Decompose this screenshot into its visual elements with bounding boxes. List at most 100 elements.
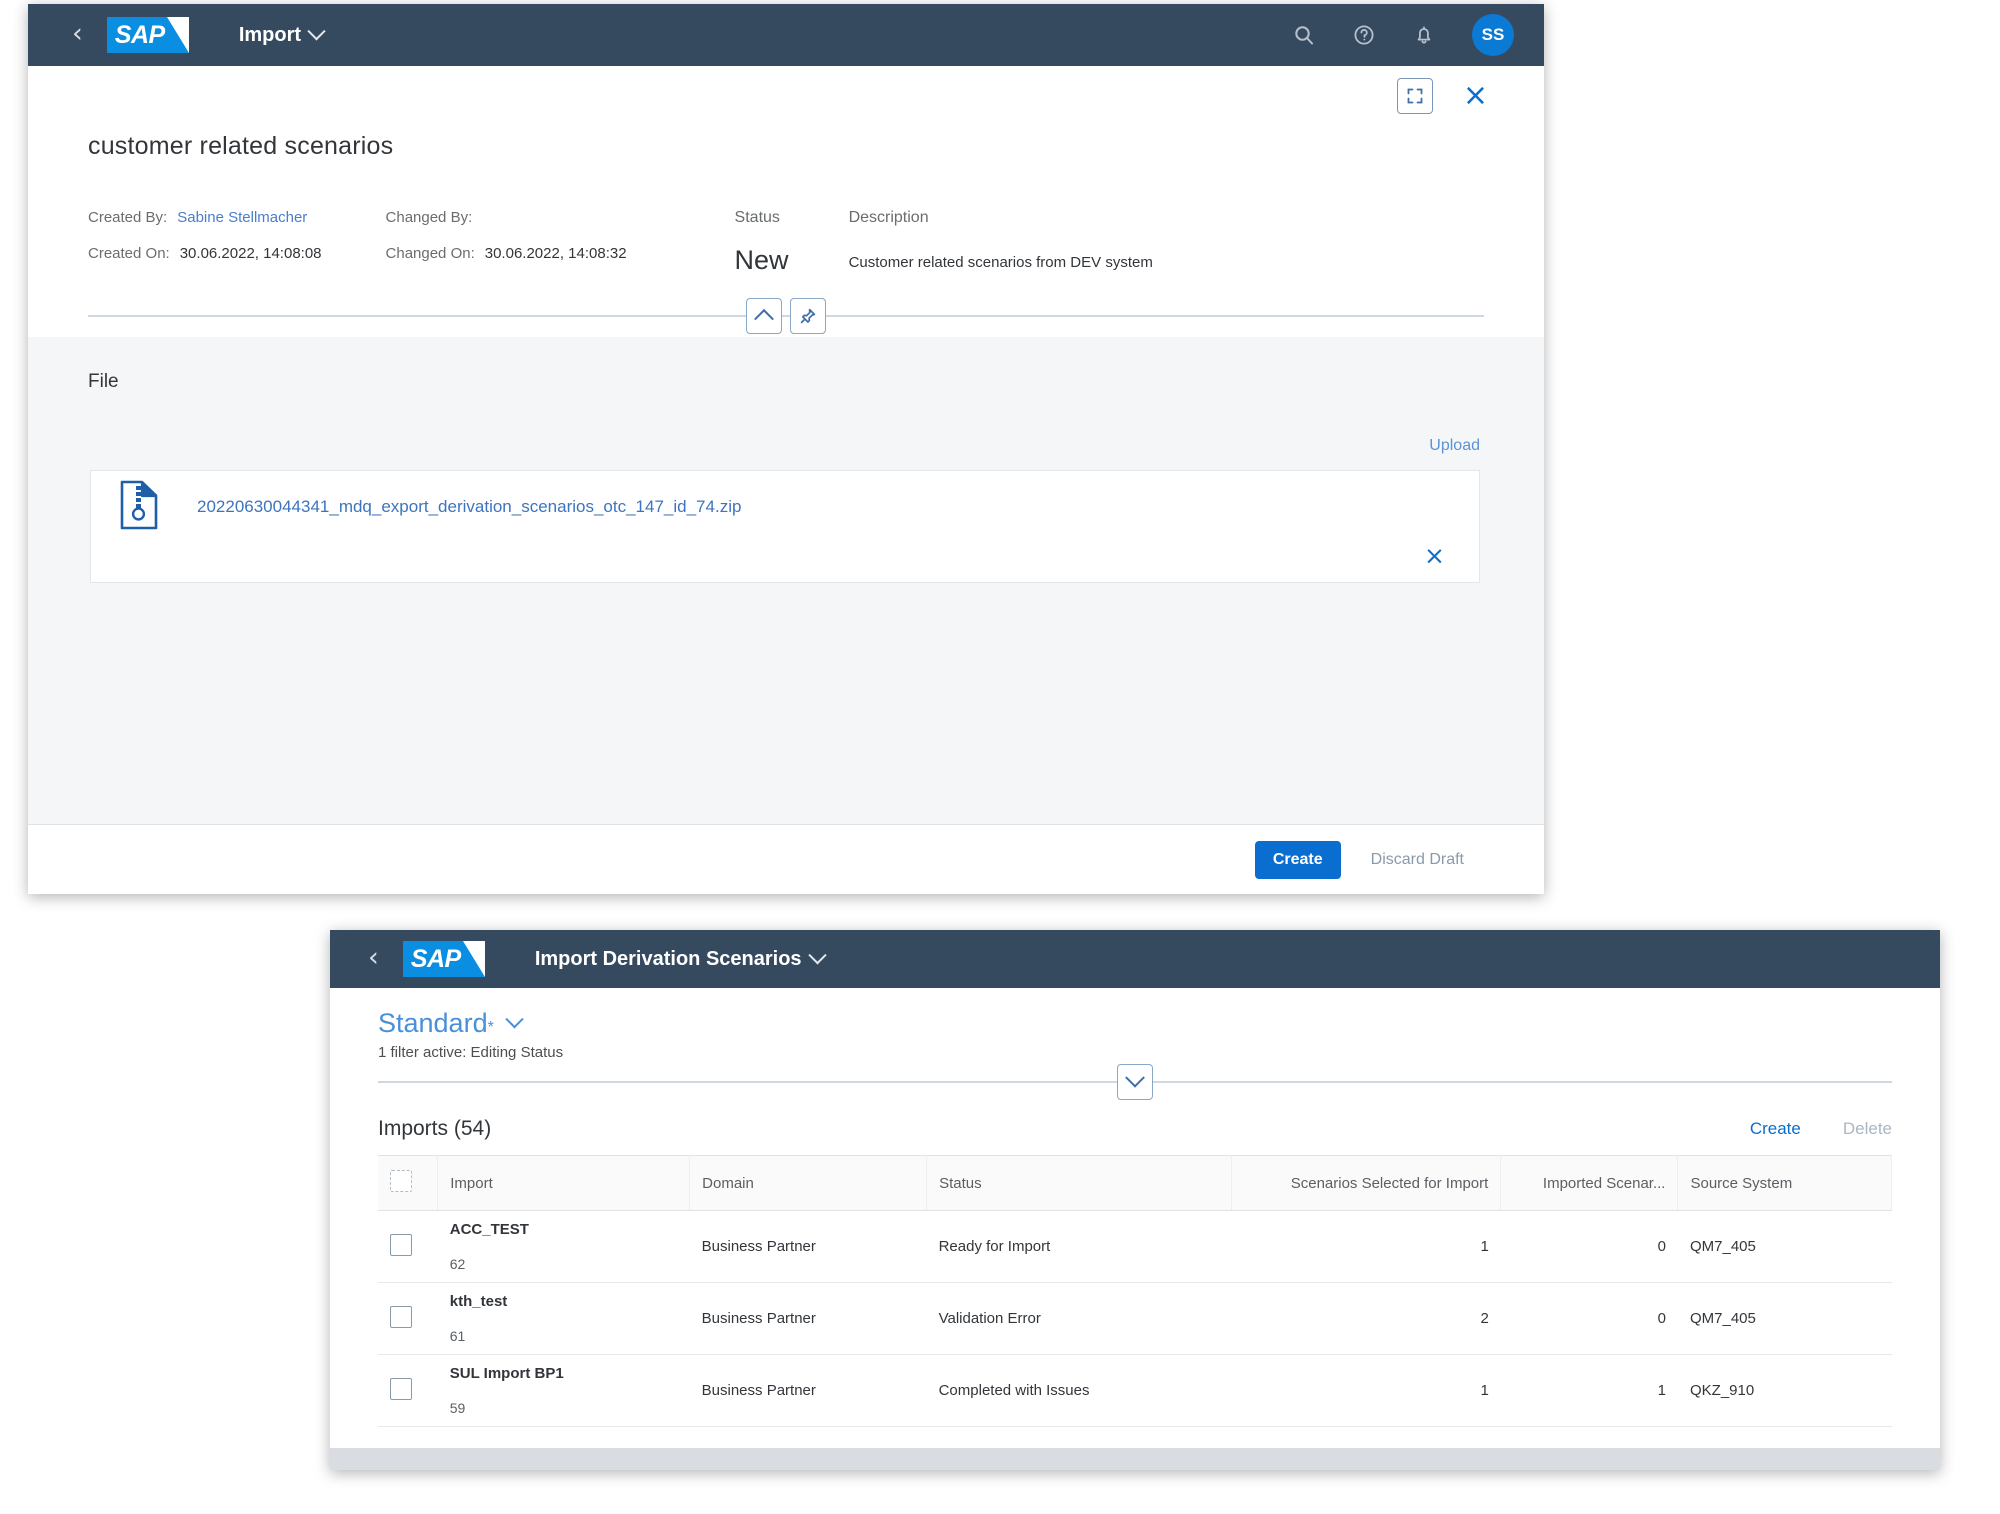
filter-bar: Standard * 1 filter active: Editing Statu… [330, 988, 1940, 1061]
import-name: kth_test [449, 1293, 508, 1310]
delete-action: Delete [1842, 1119, 1892, 1138]
dialog-tool-row: × [28, 66, 1544, 114]
table-row[interactable]: kth_test 61 Business Partner Validation … [378, 1282, 1892, 1355]
file-item: 20220630044341_mdq_export_derivation_sce… [91, 471, 1479, 543]
cell-status: Ready for Import [926, 1210, 1232, 1283]
import-id: 59 [449, 1400, 466, 1416]
created-on-row: Created On: 30.06.2022, 14:08:08 [88, 245, 322, 281]
description-label: Description [848, 209, 929, 226]
expand-filter-bar-button[interactable] [1117, 1064, 1153, 1100]
table-row[interactable]: ACC_TEST 62 Business Partner Ready for I… [378, 1210, 1892, 1283]
header-divider-buttons [746, 298, 826, 334]
cell-import: ACC_TEST 62 [437, 1210, 690, 1283]
cell-source-system: QKZ_910 [1677, 1354, 1892, 1427]
back-chevron-icon[interactable]: ‹ [66, 16, 95, 55]
search-icon[interactable] [1292, 23, 1316, 47]
table-row[interactable]: SUL Import BP1 59 Business Partner Compl… [378, 1354, 1892, 1427]
shell-bar-list: ‹ SAP Import Derivation Scenarios [330, 930, 1940, 988]
row-select-cell[interactable] [378, 1210, 438, 1283]
shell-title[interactable]: Import [238, 21, 326, 47]
sap-logo[interactable]: SAP [402, 941, 485, 977]
description-facet: Description Customer related scenarios f… [849, 209, 1153, 281]
collapse-header-button[interactable] [746, 298, 782, 334]
pin-header-button[interactable] [790, 298, 826, 334]
chevron-down-icon [1125, 1067, 1145, 1088]
notifications-icon[interactable] [1412, 23, 1436, 47]
shell-bar: ‹ SAP Import SS [28, 4, 1544, 66]
column-header-status[interactable]: Status [926, 1155, 1233, 1211]
column-header-scenarios-selected[interactable]: Scenarios Selected for Import [1231, 1155, 1502, 1211]
help-icon[interactable] [1352, 23, 1376, 47]
chevron-up-icon [754, 308, 774, 329]
upload-button[interactable]: Upload [1429, 437, 1480, 455]
shell-title[interactable]: Import Derivation Scenarios [534, 945, 827, 971]
cell-imported-scenarios: 0 [1500, 1282, 1678, 1355]
file-name-link[interactable]: 20220630044341_mdq_export_derivation_sce… [197, 497, 741, 517]
cell-status: Validation Error [926, 1282, 1232, 1355]
discard-draft-button[interactable]: Discard Draft [1361, 842, 1474, 878]
close-icon[interactable]: × [1463, 81, 1488, 111]
chevron-down-icon [807, 945, 827, 964]
chevron-down-icon [505, 1010, 524, 1029]
fullscreen-icon[interactable] [1396, 78, 1433, 114]
row-checkbox[interactable] [390, 1233, 412, 1256]
column-header-domain[interactable]: Domain [689, 1155, 928, 1211]
import-list-window: ‹ SAP Import Derivation Scenarios Standa… [330, 930, 1940, 1470]
chevron-down-icon [307, 21, 326, 40]
remove-file-icon[interactable]: × [1424, 543, 1445, 568]
cell-status: Completed with Issues [926, 1354, 1232, 1427]
filter-summary: 1 filter active: Editing Status [378, 1044, 564, 1061]
zip-file-icon [117, 479, 161, 536]
changed-on-row: Changed On: 30.06.2022, 14:08:32 [386, 245, 627, 281]
file-uploader-card: 20220630044341_mdq_export_derivation_sce… [90, 470, 1480, 583]
row-select-cell[interactable] [378, 1354, 438, 1427]
cell-scenarios-selected: 1 [1231, 1210, 1501, 1283]
filter-bar-divider [378, 1064, 1892, 1100]
variant-dirty-marker: * [487, 1019, 494, 1036]
object-header-facets: Created By: Sabine Stellmacher Created O… [28, 161, 1544, 281]
file-section-heading: File [88, 371, 119, 392]
cell-source-system: QM7_405 [1677, 1282, 1892, 1355]
created-by-label: Created By: [88, 209, 168, 226]
variant-name: Standard [378, 1008, 488, 1038]
select-all-header[interactable] [378, 1155, 439, 1211]
changed-on-label: Changed On: [385, 245, 475, 262]
cell-source-system: QM7_405 [1677, 1210, 1892, 1283]
cell-domain: Business Partner [689, 1282, 927, 1355]
cell-scenarios-selected: 2 [1231, 1282, 1501, 1355]
sap-logo[interactable]: SAP [106, 17, 189, 53]
created-by-value[interactable]: Sabine Stellmacher [177, 209, 307, 226]
column-header-import[interactable]: Import [437, 1155, 691, 1211]
import-dialog-window: ‹ SAP Import SS × customer related scena… [28, 4, 1544, 894]
import-id: 62 [449, 1256, 466, 1272]
variant-selector[interactable]: Standard * [378, 1008, 524, 1039]
created-on-label: Created On: [88, 245, 170, 262]
import-name: ACC_TEST [449, 1221, 529, 1238]
cell-import: kth_test 61 [437, 1282, 690, 1355]
back-chevron-icon[interactable]: ‹ [362, 940, 391, 979]
shell-title-text: Import Derivation Scenarios [534, 947, 802, 970]
shell-title-text: Import [238, 23, 302, 46]
row-checkbox[interactable] [390, 1377, 412, 1400]
cell-domain: Business Partner [689, 1210, 927, 1283]
cell-domain: Business Partner [689, 1354, 927, 1427]
avatar[interactable]: SS [1472, 14, 1514, 56]
row-checkbox[interactable] [390, 1305, 412, 1328]
changed-facet: Changed By: Changed On: 30.06.2022, 14:0… [386, 209, 627, 281]
status-facet: Status New [735, 209, 789, 281]
create-action[interactable]: Create [1750, 1119, 1801, 1139]
page-title: customer related scenarios [88, 132, 394, 160]
column-header-imported-scenarios[interactable]: Imported Scenar... [1500, 1155, 1679, 1211]
created-facet: Created By: Sabine Stellmacher Created O… [88, 209, 322, 281]
sap-logo-text: SAP [410, 944, 461, 973]
select-all-checkbox[interactable] [390, 1170, 412, 1192]
row-select-cell[interactable] [378, 1282, 438, 1355]
table-header-row: Import Domain Status Scenarios Selected … [378, 1155, 1892, 1211]
horizontal-scrollbar[interactable] [330, 1448, 1940, 1470]
import-id: 61 [449, 1328, 466, 1344]
shell-icon-group: SS [1292, 14, 1526, 56]
table-title: Imports (54) [378, 1117, 492, 1140]
column-header-source-system[interactable]: Source System [1677, 1155, 1892, 1211]
create-button[interactable]: Create [1254, 840, 1341, 879]
dialog-footer: Create Discard Draft [28, 824, 1544, 894]
